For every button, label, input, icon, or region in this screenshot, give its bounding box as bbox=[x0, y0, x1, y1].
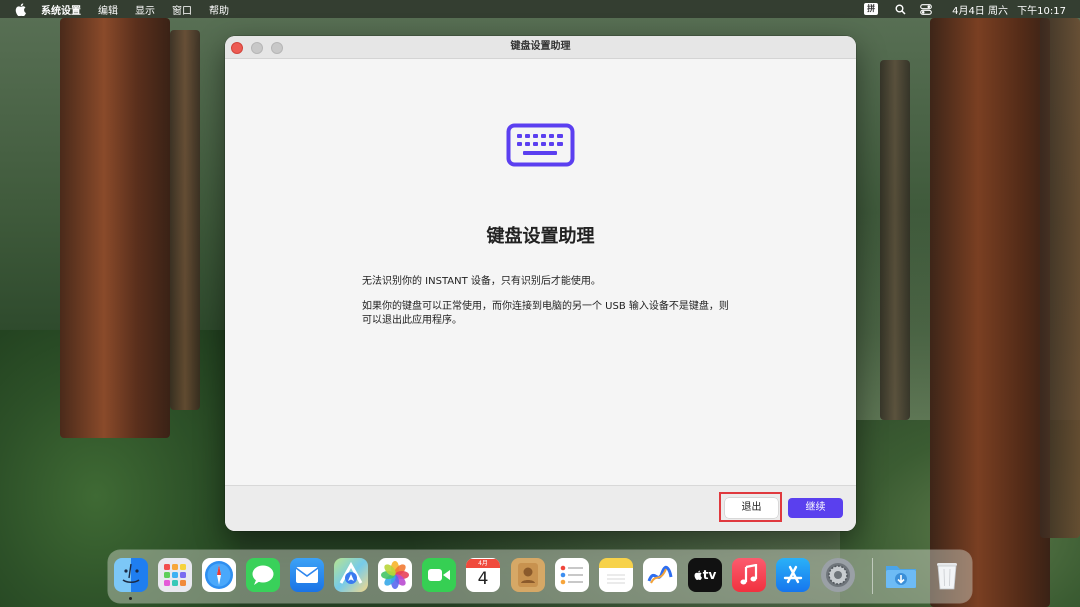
menu-bar-time: 下午10:17 bbox=[1017, 5, 1066, 17]
continue-button[interactable]: 继续 bbox=[788, 498, 843, 518]
menu-bar-date: 4月4日 周六 bbox=[952, 5, 1008, 17]
messages-icon[interactable] bbox=[246, 558, 280, 592]
message-unrecognized-device: 无法识别你的 INSTANT 设备，只有识别后才能使用。 bbox=[362, 276, 601, 287]
window-content: 键盘设置助理 无法识别你的 INSTANT 设备，只有识别后才能使用。 如果你的… bbox=[225, 59, 856, 485]
menu-bar-clock[interactable]: 4月4日 周六 下午10:17 bbox=[946, 2, 1066, 17]
maps-icon[interactable] bbox=[334, 558, 368, 592]
safari-icon[interactable] bbox=[202, 558, 236, 592]
quit-button-highlight-box bbox=[719, 492, 782, 522]
finder-running-indicator bbox=[129, 597, 132, 600]
downloads-folder-icon[interactable] bbox=[884, 558, 918, 592]
dock-separator bbox=[872, 558, 873, 594]
notes-icon[interactable] bbox=[599, 558, 633, 592]
window-footer: 退出 继续 bbox=[225, 485, 856, 531]
calendar-day-label: 4 bbox=[477, 569, 489, 589]
finder-icon[interactable] bbox=[114, 558, 148, 592]
reminders-icon[interactable] bbox=[555, 558, 589, 592]
search-icon[interactable] bbox=[894, 3, 906, 15]
system-settings-icon[interactable] bbox=[821, 558, 855, 592]
wallpaper-tree bbox=[60, 18, 170, 438]
calendar-icon[interactable]: 4月 4 bbox=[466, 558, 500, 592]
wallpaper-tree bbox=[170, 30, 200, 410]
freeform-icon[interactable] bbox=[643, 558, 677, 592]
menu-bar: 系统设置 编辑 显示 窗口 帮助 拼 4月4日 周六 下午10:17 bbox=[0, 0, 1080, 18]
menu-edit[interactable]: 编辑 bbox=[98, 2, 118, 17]
keyboard-setup-assistant-window: 键盘设置助理 键盘设置助理 无法识别你的 INSTANT 设备，只有识别后才能使… bbox=[225, 36, 856, 531]
photos-icon[interactable] bbox=[378, 558, 412, 592]
apple-tv-label: tv bbox=[702, 568, 717, 582]
wallpaper-tree bbox=[930, 18, 1050, 607]
apple-tv-icon[interactable]: tv bbox=[688, 558, 722, 592]
window-titlebar[interactable]: 键盘设置助理 bbox=[225, 36, 856, 59]
facetime-icon[interactable] bbox=[422, 558, 456, 592]
app-store-icon[interactable] bbox=[776, 558, 810, 592]
menu-window[interactable]: 窗口 bbox=[172, 2, 192, 17]
input-method-indicator[interactable]: 拼 bbox=[864, 3, 879, 15]
control-center-icon[interactable] bbox=[920, 3, 932, 15]
wallpaper-tree bbox=[1040, 18, 1080, 538]
trash-icon[interactable] bbox=[930, 558, 964, 592]
window-title: 键盘设置助理 bbox=[510, 41, 571, 52]
apple-menu-icon[interactable] bbox=[14, 2, 27, 16]
mail-icon[interactable] bbox=[290, 558, 324, 592]
calendar-month-label: 4月 bbox=[466, 559, 500, 568]
message-quit-instructions: 如果你的键盘可以正常使用，而你连接到电脑的另一个 USB 输入设备不是键盘，则可… bbox=[362, 301, 729, 326]
menu-view[interactable]: 显示 bbox=[135, 2, 155, 17]
menu-help[interactable]: 帮助 bbox=[209, 2, 229, 17]
dock: 4月 4 tv bbox=[108, 550, 972, 603]
menu-bar-status-area: 拼 4月4日 周六 下午10:17 bbox=[864, 0, 1066, 18]
contacts-icon[interactable] bbox=[511, 558, 545, 592]
menu-app-name[interactable]: 系统设置 bbox=[41, 2, 81, 17]
keyboard-icon bbox=[506, 123, 575, 167]
music-icon[interactable] bbox=[732, 558, 766, 592]
wallpaper-tree bbox=[880, 60, 910, 420]
assistant-heading: 键盘设置助理 bbox=[486, 226, 595, 247]
launchpad-icon[interactable] bbox=[158, 558, 192, 592]
